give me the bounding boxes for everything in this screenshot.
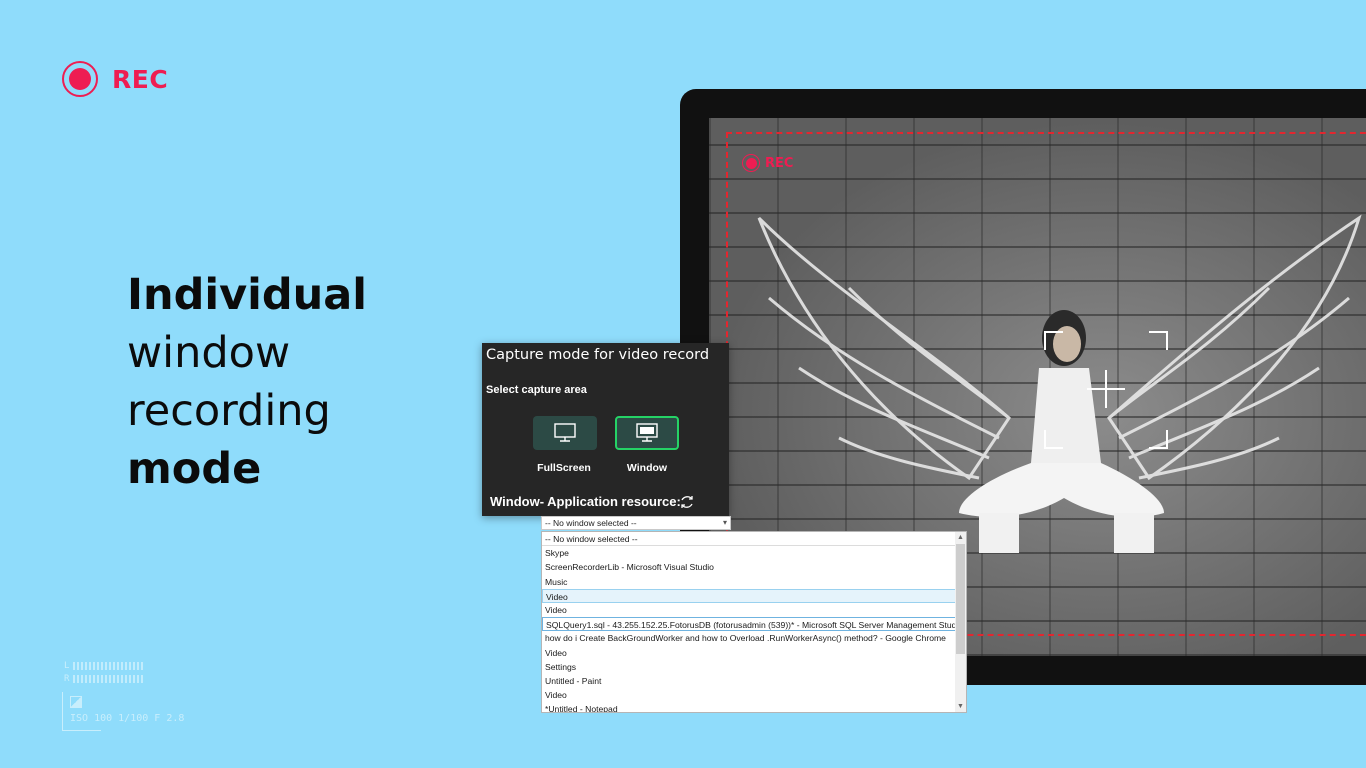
screen-rec-badge: REC [742,154,793,172]
chevron-down-icon: ▾ [722,518,727,527]
window-list-items: -- No window selected -- Skype ScreenRec… [542,532,963,712]
list-item[interactable]: Skype [542,546,956,560]
fullscreen-mode-button[interactable] [533,416,597,450]
headline-line-1: Individual [127,270,368,320]
list-item[interactable]: Settings [542,660,956,674]
list-item[interactable]: Music [542,575,956,589]
list-item[interactable]: -- No window selected -- [542,532,956,547]
list-item[interactable]: Untitled - Paint [542,674,956,688]
list-item[interactable]: SQLQuery1.sql - 43.255.152.25.FotorusDB … [542,617,963,632]
camera-hud: L R ISO 100 1/100 F 2.8 [62,656,184,734]
rec-label: REC [112,64,169,94]
audio-level-left [73,662,144,670]
screen-rec-label: REC [765,155,794,171]
fullscreen-mode-label: FullScreen [537,462,591,474]
headline-line-2: window [127,328,291,378]
record-icon [742,154,760,172]
headline-line-4: mode [127,444,262,494]
refresh-icon[interactable] [679,494,695,510]
window-list[interactable]: -- No window selected -- Skype ScreenRec… [541,531,967,713]
window-select[interactable]: -- No window selected -- ▾ [541,516,731,530]
record-icon [62,61,98,97]
scrollbar-thumb[interactable] [956,544,965,654]
headline-line-3: recording [127,386,331,436]
scroll-up-icon[interactable]: ▲ [955,532,966,543]
scroll-down-icon[interactable]: ▼ [955,701,966,712]
window-mode-button[interactable] [615,416,679,450]
window-resource-label: Window- Application resource: [490,494,681,509]
hud-right-label: R [64,674,70,684]
exposure-readout: ISO 100 1/100 F 2.8 [70,713,185,724]
list-item[interactable]: Video [542,688,956,702]
hud-left-label: L [64,661,70,671]
window-select-value: -- No window selected -- [545,518,637,528]
window-monitor-icon [636,423,658,442]
dialog-subtitle: Select capture area [486,384,587,396]
list-item[interactable]: how do i Create BackGroundWorker and how… [542,631,956,645]
rec-badge: REC [62,61,168,97]
list-item[interactable]: Video [542,646,956,660]
exposure-icon [70,696,82,708]
headline: Individual window recording mode [127,266,367,498]
list-item[interactable]: Video [542,603,956,617]
monitor-icon [554,423,576,442]
list-item[interactable]: *Untitled - Notepad [542,702,956,712]
audio-level-right [73,675,144,683]
window-mode-label: Window [626,462,668,474]
list-item[interactable]: ScreenRecorderLib - Microsoft Visual Stu… [542,560,956,574]
capture-mode-dialog: Capture mode for video record Select cap… [482,343,729,516]
list-scrollbar[interactable]: ▲ ▼ [955,532,966,712]
list-item[interactable]: Video [542,588,956,603]
dialog-title: Capture mode for video record [486,347,710,363]
